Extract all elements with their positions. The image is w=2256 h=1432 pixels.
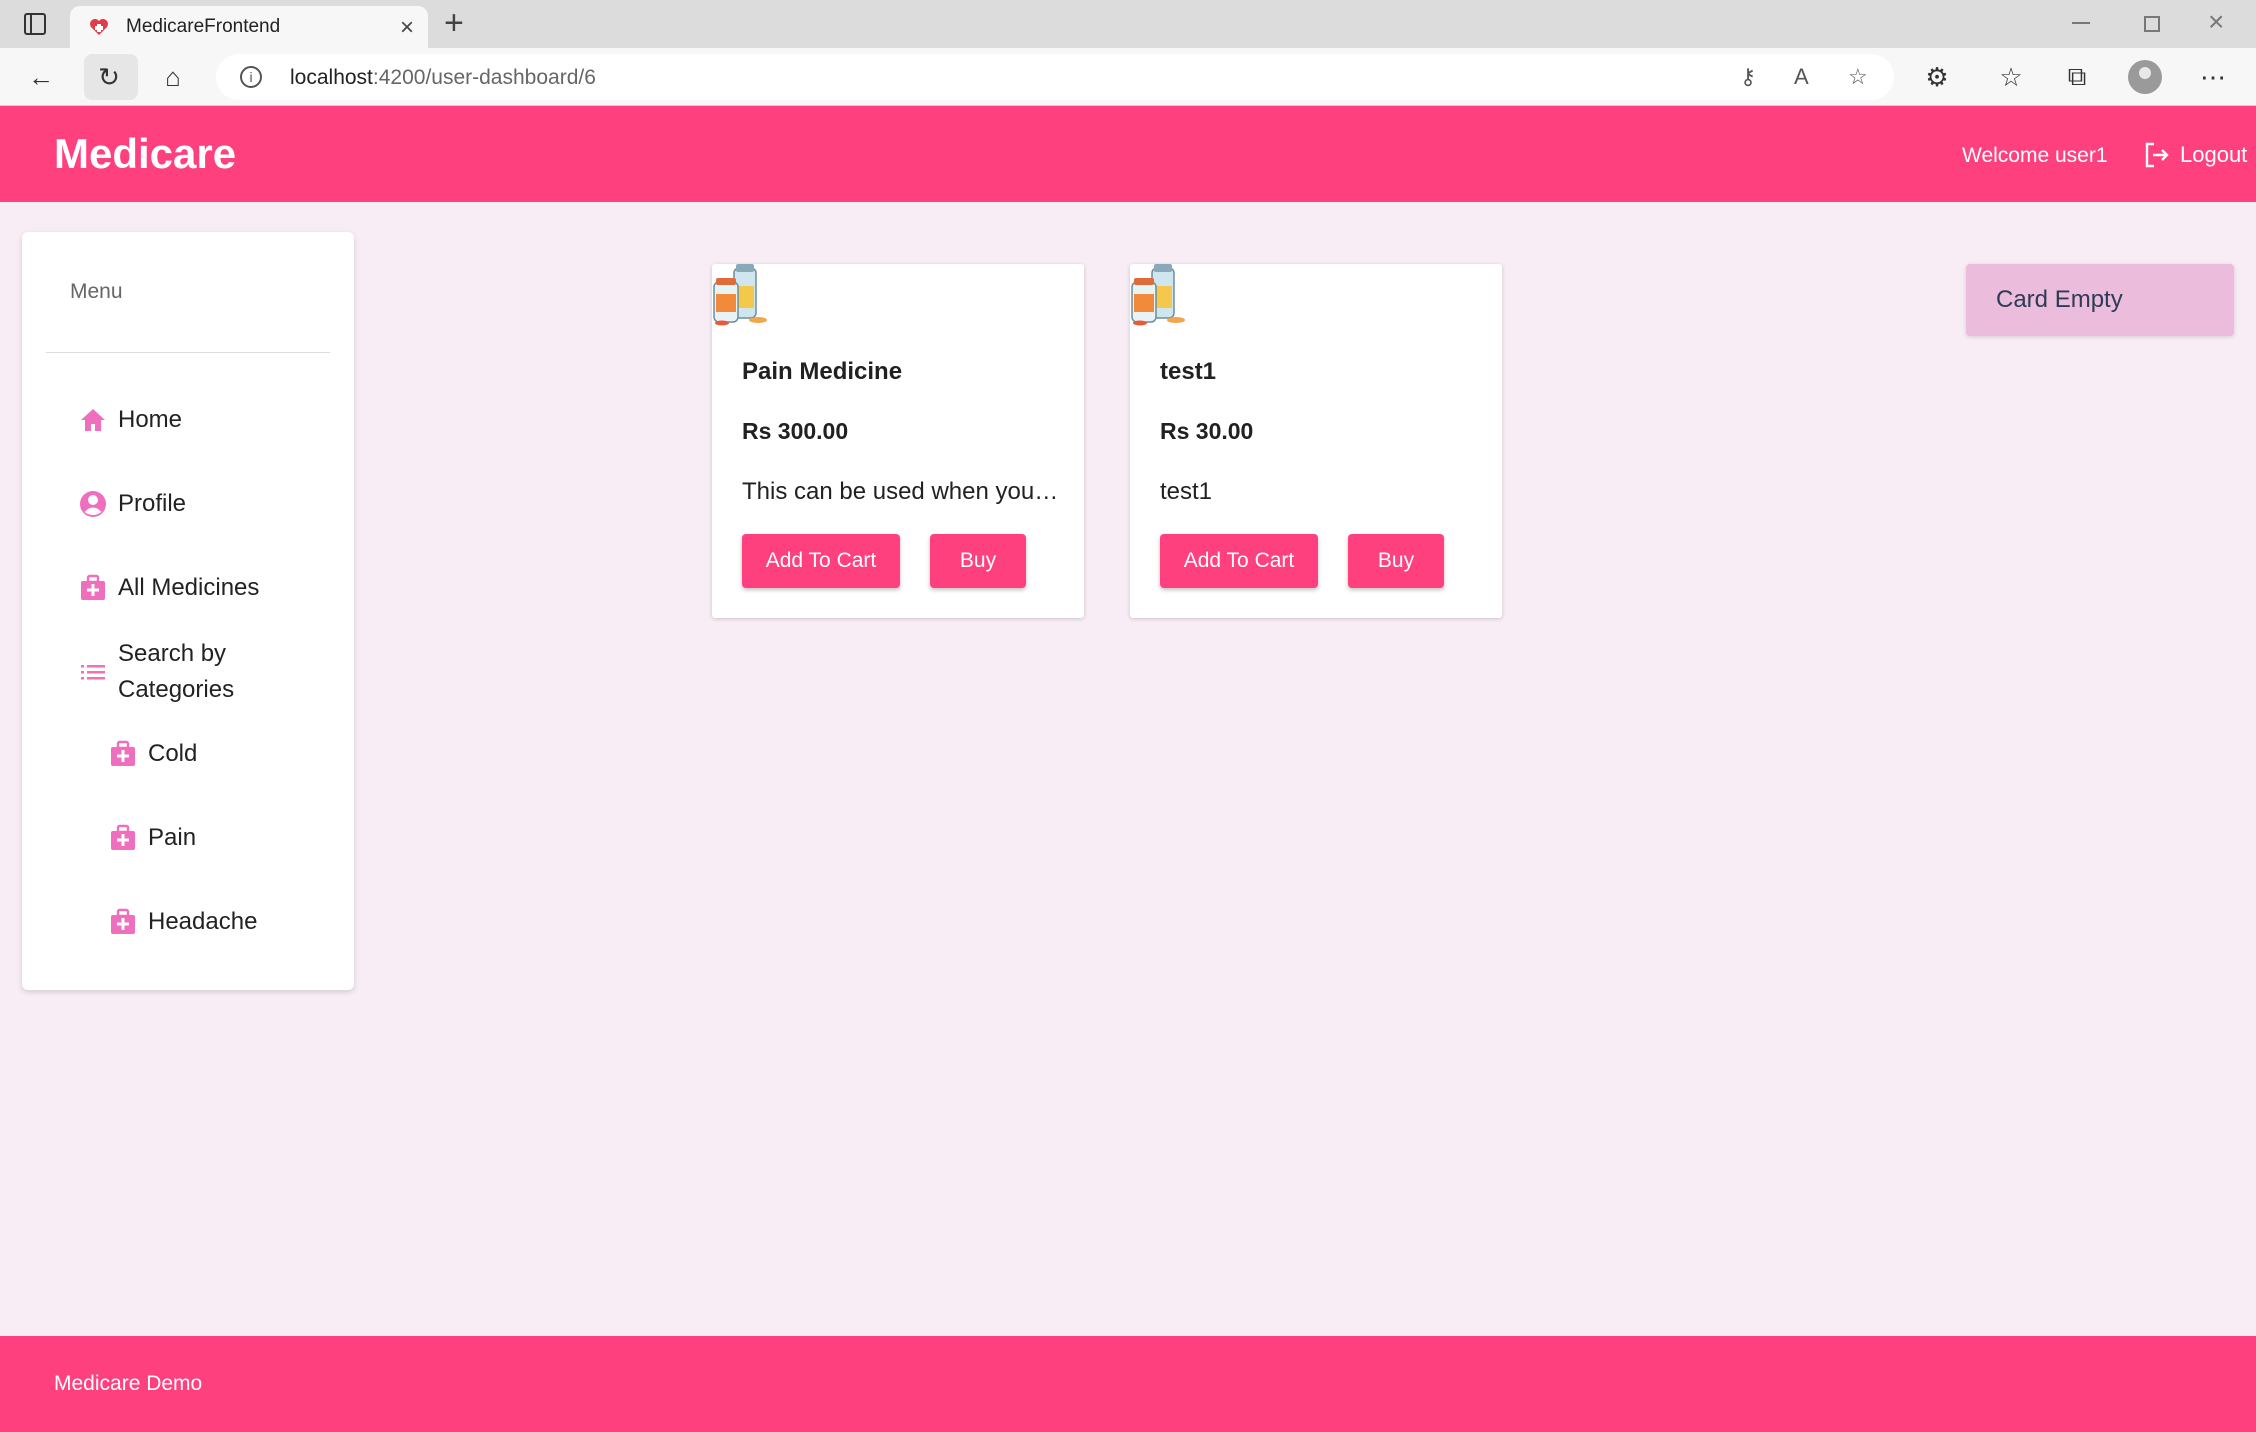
sidebar-item-label: Profile bbox=[118, 490, 187, 517]
medicare-favicon-icon bbox=[90, 19, 108, 35]
product-card: Pain Medicine Rs 300.00 This can be used… bbox=[712, 264, 1084, 618]
sidebar-item-profile[interactable]: Profile bbox=[78, 486, 186, 522]
sidebar-item-label: Cold bbox=[148, 740, 198, 767]
window-close-icon[interactable]: × bbox=[2208, 6, 2224, 38]
add-to-cart-button[interactable]: Add To Cart bbox=[1160, 534, 1318, 588]
medical-bag-icon bbox=[81, 574, 105, 600]
medicine-bottles-image bbox=[1131, 264, 1185, 326]
more-options-icon[interactable]: ⋯ bbox=[2196, 60, 2230, 94]
sidebar-item-cold[interactable]: Cold bbox=[108, 736, 197, 772]
product-card: test1 Rs 30.00 test1 Add To Cart Buy bbox=[1130, 264, 1502, 618]
browser-tab-bar: MedicareFrontend × + × bbox=[0, 0, 2256, 48]
product-price: Rs 300.00 bbox=[742, 418, 849, 444]
favorites-icon[interactable]: ☆ bbox=[1994, 60, 2028, 94]
window-minimize-icon[interactable] bbox=[2072, 22, 2090, 24]
back-icon[interactable]: ← bbox=[24, 60, 58, 94]
sidebar-menu: Menu Home Profile All Medicines Search b… bbox=[22, 232, 354, 990]
medicine-bottles-image bbox=[713, 264, 767, 326]
browser-tab[interactable]: MedicareFrontend × bbox=[70, 6, 428, 48]
profile-avatar-icon[interactable] bbox=[2128, 60, 2162, 94]
new-tab-icon[interactable]: + bbox=[444, 4, 464, 43]
sidebar-item-label-line2: Categories bbox=[118, 676, 235, 703]
read-aloud-icon[interactable]: A bbox=[1794, 64, 1809, 90]
home-browser-icon[interactable]: ⌂ bbox=[156, 60, 190, 94]
menu-title: Menu bbox=[70, 280, 123, 303]
url-host: localhost bbox=[290, 66, 373, 89]
logout-icon bbox=[2145, 142, 2169, 168]
menu-divider bbox=[46, 352, 330, 353]
sidebar-item-all-medicines[interactable]: All Medicines bbox=[78, 570, 259, 606]
tab-actions-icon[interactable] bbox=[24, 13, 46, 35]
sidebar-item-label: Headache bbox=[148, 908, 258, 935]
url-path: :4200/user-dashboard/6 bbox=[372, 66, 596, 89]
product-description: This can be used when you have pain bbox=[742, 478, 1064, 505]
reload-icon[interactable]: ↻ bbox=[92, 60, 126, 94]
add-to-cart-button[interactable]: Add To Cart bbox=[742, 534, 900, 588]
window-restore-icon[interactable] bbox=[2144, 16, 2160, 32]
sidebar-item-label: All Medicines bbox=[118, 574, 260, 601]
add-favorite-icon[interactable]: ☆ bbox=[1848, 64, 1868, 90]
medical-bag-icon bbox=[111, 740, 135, 766]
extensions-icon[interactable]: ⚙ bbox=[1920, 60, 1954, 94]
list-icon bbox=[81, 665, 105, 680]
sidebar-item-label: Pain bbox=[148, 824, 197, 851]
brand-title[interactable]: Medicare bbox=[54, 130, 236, 178]
sidebar-item-search-by-categories[interactable]: Search by Categories bbox=[78, 636, 234, 708]
welcome-text: Welcome user1 bbox=[1962, 144, 2108, 167]
app-footer: Medicare Demo bbox=[0, 1336, 2256, 1432]
buy-button[interactable]: Buy bbox=[1348, 534, 1444, 588]
product-description: test1 bbox=[1160, 478, 1213, 505]
buy-button[interactable]: Buy bbox=[930, 534, 1026, 588]
home-icon bbox=[81, 409, 105, 431]
site-info-icon[interactable]: i bbox=[240, 66, 262, 88]
sidebar-item-pain[interactable]: Pain bbox=[108, 820, 196, 856]
logout-label: Logout bbox=[2180, 142, 2248, 167]
sidebar-item-headache[interactable]: Headache bbox=[108, 904, 257, 940]
tab-title: MedicareFrontend bbox=[126, 16, 281, 37]
collections-icon[interactable]: ⧉ bbox=[2060, 60, 2094, 94]
product-name: Pain Medicine bbox=[742, 358, 903, 385]
address-bar[interactable]: i localhost:4200/user-dashboard/6 ⚷ A ☆ bbox=[216, 54, 1894, 100]
medical-bag-icon bbox=[111, 908, 135, 934]
tab-close-icon[interactable]: × bbox=[400, 14, 414, 42]
sidebar-item-label-line1: Search by bbox=[118, 640, 227, 667]
account-circle-icon bbox=[80, 491, 106, 517]
sidebar-item-label: Home bbox=[118, 406, 183, 433]
cart-status-box[interactable]: Card Empty bbox=[1966, 264, 2234, 336]
logout-button[interactable]: Logout bbox=[2142, 140, 2247, 170]
medical-bag-icon bbox=[111, 824, 135, 850]
footer-text: Medicare Demo bbox=[54, 1372, 203, 1395]
url-text[interactable]: localhost:4200/user-dashboard/6 bbox=[290, 66, 596, 90]
product-price: Rs 30.00 bbox=[1160, 418, 1254, 444]
cart-status-text: Card Empty bbox=[1996, 286, 2123, 313]
app-header: Medicare Welcome user1 Logout bbox=[0, 106, 2256, 202]
sidebar-item-home[interactable]: Home bbox=[78, 402, 182, 438]
product-name: test1 bbox=[1160, 358, 1217, 385]
key-icon[interactable]: ⚷ bbox=[1740, 64, 1756, 90]
sidebar-item-label: Search by Categories bbox=[118, 636, 234, 708]
browser-toolbar: ← ↻ ⌂ i localhost:4200/user-dashboard/6 … bbox=[0, 48, 2256, 106]
